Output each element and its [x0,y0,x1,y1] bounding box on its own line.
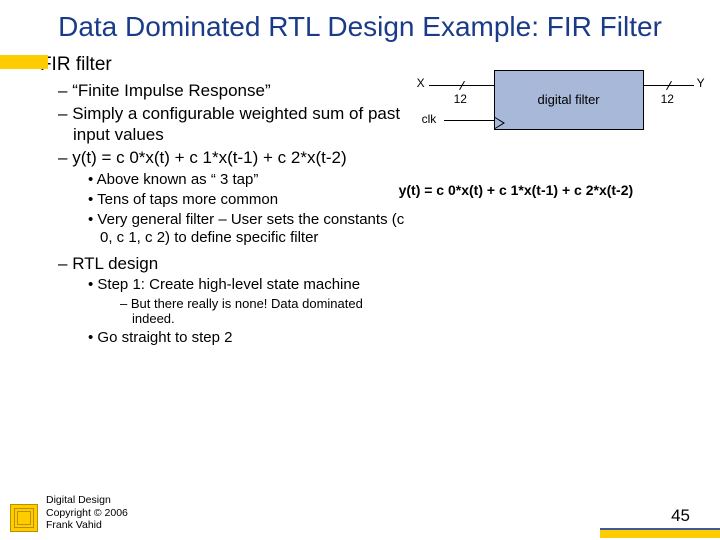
bullet-no-state-machine: But there really is none! Data dominated… [120,296,409,327]
copyright-line2: Copyright © 2006 [46,507,128,520]
bullet-tens-taps: Tens of taps more common [88,191,409,209]
copyright-line1: Digital Design [46,494,128,507]
footer: Digital Design Copyright © 2006 Frank Va… [0,494,720,532]
label-bus-x: 12 [454,92,467,106]
content-area: FIR filter “Finite Impulse Response” Sim… [0,52,720,349]
bullet-level1: FIR filter [28,54,409,76]
bullet-3tap: Above known as “ 3 tap” [88,171,409,189]
slide-title: Data Dominated RTL Design Example: FIR F… [0,0,720,52]
title-accent-bar [0,55,48,69]
filter-diagram: X 12 clk digital filter 12 Y [419,70,700,160]
label-y: Y [697,76,705,90]
left-column: FIR filter “Finite Impulse Response” Sim… [20,52,409,349]
page-number: 45 [671,506,690,526]
copyright-block: Digital Design Copyright © 2006 Frank Va… [46,494,128,532]
label-x: X [417,76,425,90]
clock-triangle-icon [495,117,505,129]
bullet-rtl-design: RTL design [58,253,409,274]
copyright-line3: Frank Vahid [46,519,128,532]
filter-box: digital filter [494,70,644,130]
bullet-fir: “Finite Impulse Response” [58,80,409,101]
bullet-step1: Step 1: Create high-level state machine [88,276,409,294]
logo-icon [10,504,38,532]
output-equation: y(t) = c 0*x(t) + c 1*x(t-1) + c 2*x(t-2… [399,182,700,198]
filter-box-label: digital filter [538,92,600,107]
footer-accent-bar [600,528,720,538]
label-bus-y: 12 [661,92,674,106]
right-column: X 12 clk digital filter 12 Y y(t) = c 0*… [409,52,700,349]
bullet-equation: y(t) = c 0*x(t) + c 1*x(t-1) + c 2*x(t-2… [58,147,409,168]
label-clk: clk [422,112,437,126]
bullet-weighted-sum: Simply a configurable weighted sum of pa… [58,103,409,146]
bullet-step2: Go straight to step 2 [88,329,409,347]
wire-clk [444,120,494,121]
bullet-general-filter: Very general filter – User sets the cons… [88,211,409,247]
